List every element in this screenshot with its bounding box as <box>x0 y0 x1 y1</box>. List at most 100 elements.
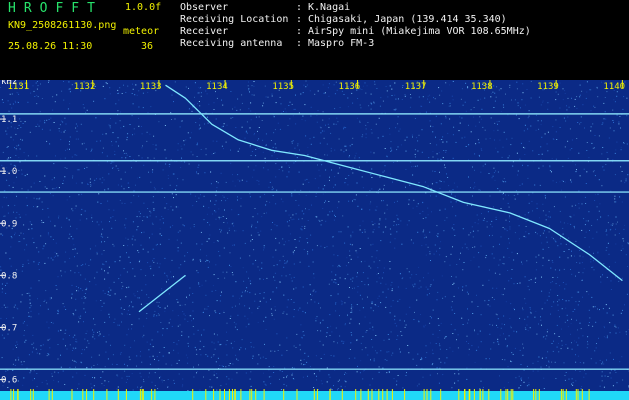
noise-dot <box>579 322 581 324</box>
info-label-location: Receiving Location <box>180 14 289 25</box>
noise-dot <box>401 278 403 280</box>
noise-dot <box>69 88 71 90</box>
noise-dot <box>391 281 393 283</box>
noise-dot <box>411 134 413 136</box>
noise-dot <box>274 224 276 226</box>
noise-dot <box>507 382 509 384</box>
noise-dot <box>231 272 233 273</box>
bottom-band-spike <box>154 389 156 400</box>
noise-dot <box>546 365 547 367</box>
noise-dot <box>185 139 187 141</box>
noise-dot <box>349 145 351 147</box>
noise-dot <box>503 181 505 183</box>
noise-dot <box>448 105 450 107</box>
noise-dot <box>538 96 540 98</box>
noise-dot <box>571 273 573 275</box>
noise-dot <box>412 136 413 138</box>
noise-dot <box>370 267 372 269</box>
noise-dot <box>450 306 452 308</box>
noise-dot <box>146 317 148 319</box>
noise-dot <box>102 371 104 373</box>
noise-dot <box>512 165 514 167</box>
noise-dot <box>125 218 127 220</box>
y-tick-label: 0.9 <box>1 219 17 229</box>
noise-dot <box>485 255 487 256</box>
noise-dot <box>137 297 139 299</box>
noise-dot <box>185 354 187 356</box>
noise-dot <box>33 206 34 208</box>
noise-dot <box>393 221 395 223</box>
noise-dot <box>454 235 456 236</box>
noise-dot <box>574 308 576 310</box>
noise-dot <box>85 297 87 299</box>
noise-dot <box>369 384 371 386</box>
noise-dot <box>279 96 281 98</box>
noise-dot <box>159 233 161 235</box>
noise-dot <box>300 324 302 326</box>
noise-dot <box>83 107 85 109</box>
noise-dot <box>129 359 131 361</box>
noise-dot <box>554 239 556 241</box>
noise-dot <box>95 300 97 302</box>
noise-dot <box>402 387 404 389</box>
noise-dot <box>567 326 569 328</box>
noise-dot <box>36 88 38 90</box>
noise-dot <box>16 211 18 213</box>
noise-dot <box>142 336 144 338</box>
noise-dot <box>240 197 242 199</box>
noise-dot <box>259 293 261 294</box>
noise-dot <box>78 383 80 385</box>
noise-dot <box>540 104 542 106</box>
noise-dot <box>439 247 441 249</box>
noise-dot <box>570 181 572 183</box>
noise-dot <box>437 158 439 160</box>
noise-dot <box>216 373 218 375</box>
noise-dot <box>365 133 367 135</box>
noise-dot <box>396 200 398 202</box>
noise-dot <box>478 142 480 144</box>
noise-dot <box>105 82 107 84</box>
noise-dot <box>397 335 399 337</box>
noise-dot <box>318 219 320 221</box>
noise-dot <box>591 266 593 268</box>
noise-dot <box>571 378 573 380</box>
noise-dot <box>66 148 68 150</box>
noise-dot <box>438 382 440 384</box>
noise-dot <box>197 272 199 274</box>
noise-dot <box>35 82 37 84</box>
noise-dot <box>333 385 334 387</box>
noise-dot <box>548 259 550 261</box>
noise-dot <box>102 263 104 265</box>
noise-dot <box>153 209 155 211</box>
noise-dot <box>159 263 161 265</box>
noise-dot <box>399 319 401 321</box>
noise-dot <box>28 292 30 294</box>
noise-dot <box>232 180 234 182</box>
noise-dot <box>177 206 179 208</box>
noise-dot <box>412 174 414 176</box>
noise-dot <box>353 198 355 200</box>
noise-dot <box>313 387 315 388</box>
noise-dot <box>566 109 568 111</box>
noise-dot <box>0 317 2 319</box>
noise-dot <box>226 322 228 324</box>
noise-dot <box>236 329 238 331</box>
noise-dot <box>625 333 627 335</box>
noise-dot <box>239 297 240 299</box>
bottom-band-spike <box>426 389 428 400</box>
noise-dot <box>188 163 190 165</box>
noise-dot <box>161 216 163 217</box>
noise-dot <box>151 222 153 224</box>
noise-dot <box>248 108 250 110</box>
noise-dot <box>509 318 511 319</box>
noise-dot <box>509 221 510 223</box>
noise-dot <box>377 137 379 139</box>
noise-dot <box>199 259 201 261</box>
noise-dot <box>148 376 150 378</box>
noise-dot <box>612 223 614 225</box>
noise-dot <box>344 242 346 244</box>
noise-dot <box>382 367 384 369</box>
noise-dot <box>38 125 40 127</box>
noise-dot <box>138 261 140 263</box>
noise-dot <box>162 218 164 220</box>
